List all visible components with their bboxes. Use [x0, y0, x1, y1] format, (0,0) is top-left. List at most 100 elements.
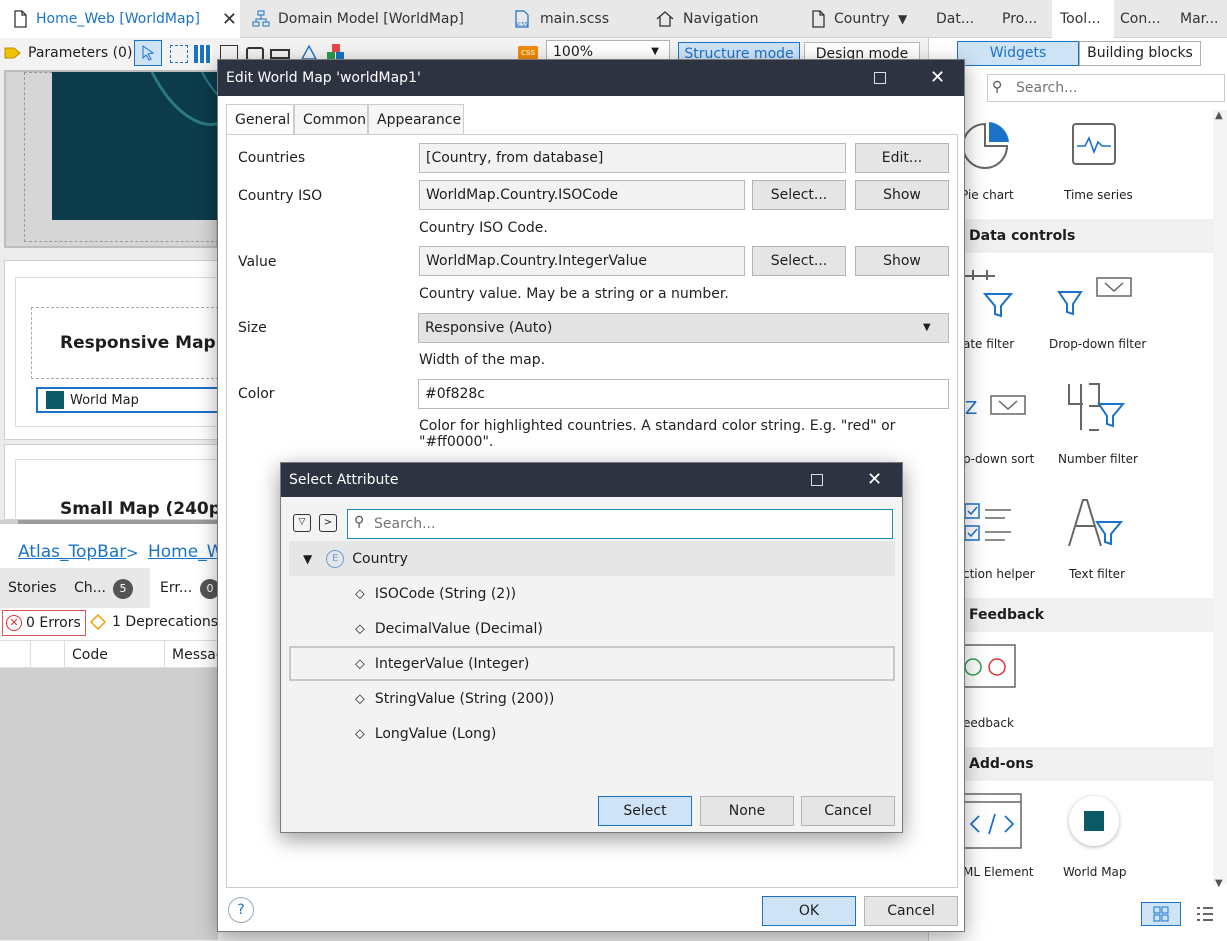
ok-button[interactable]: OK	[762, 896, 856, 926]
layout-grid-icon[interactable]	[194, 45, 212, 63]
toolbox-item-number-filter[interactable]: Number filter	[1058, 452, 1138, 466]
tab-home-web[interactable]: Home_Web [WorldMap] ✕	[0, 0, 240, 38]
parameters-button[interactable]: Parameters (0)	[4, 44, 132, 62]
pie-chart-icon[interactable]	[961, 120, 1009, 170]
toolbox-item-dropdown-sort[interactable]: p-down sort	[963, 452, 1034, 466]
section-add-ons[interactable]: Add-ons	[959, 747, 1227, 781]
tab-errors[interactable]: Err... 0	[150, 568, 220, 608]
column-code[interactable]: Code	[72, 647, 108, 663]
tree-entity-row[interactable]: ▼ E Country	[289, 541, 895, 576]
breadcrumb-home[interactable]: Home_W	[148, 542, 224, 562]
html-element-icon[interactable]	[959, 792, 1023, 852]
heading-small[interactable]: Small Map (240px)	[60, 499, 240, 519]
toolbox-item-world-map[interactable]: World Map	[1063, 865, 1127, 879]
world-map-widget[interactable]: World Map	[36, 387, 220, 413]
color-input[interactable]: #0f828c	[418, 379, 949, 409]
feedback-icon[interactable]	[959, 643, 1017, 693]
number-filter-icon[interactable]	[1065, 382, 1125, 434]
tab-country[interactable]: Country	[798, 0, 890, 38]
building-blocks-segment[interactable]: Building blocks	[1079, 41, 1201, 66]
toolbox-item-time-series[interactable]: Time series	[1064, 188, 1133, 202]
tab-changes[interactable]: Ch...	[74, 580, 106, 596]
text-filter-icon[interactable]	[1065, 496, 1125, 550]
select-value-button[interactable]: Select...	[752, 246, 846, 276]
section-data-controls[interactable]: Data controls	[959, 219, 1227, 253]
list-view-button[interactable]	[1187, 902, 1223, 926]
dropdown-sort-icon[interactable]: Z	[961, 386, 1027, 430]
toolbox-item-feedback[interactable]: eedback	[963, 716, 1014, 730]
section-feedback[interactable]: Feedback	[959, 598, 1227, 632]
maximize-icon[interactable]	[811, 474, 823, 486]
toolbox-item-text-filter[interactable]: Text filter	[1069, 567, 1125, 581]
dropdown-filter-icon[interactable]	[1055, 274, 1133, 320]
countries-field[interactable]: [Country, from database]	[419, 143, 846, 173]
size-select[interactable]: Responsive (Auto) ▼	[418, 313, 949, 343]
breadcrumb-topbar[interactable]: Atlas_TopBar	[18, 542, 126, 562]
toolbox-search-input[interactable]	[1016, 77, 1216, 99]
select-iso-button[interactable]: Select...	[752, 180, 846, 210]
widgets-segment[interactable]: Widgets	[957, 41, 1079, 66]
card-small[interactable]: Small Map (240px)	[4, 444, 240, 521]
value-field[interactable]: WorldMap.Country.IntegerValue	[419, 246, 745, 276]
close-icon[interactable]: ✕	[930, 60, 945, 96]
header-container[interactable]	[4, 70, 224, 248]
tree-attribute-row[interactable]: ⬦ LongValue (Long)	[289, 716, 895, 751]
tab-common[interactable]: Common	[294, 104, 368, 134]
grid-view-button[interactable]	[1141, 902, 1181, 926]
close-icon[interactable]: ✕	[867, 463, 882, 497]
scroll-down-icon[interactable]: ▼	[1215, 878, 1223, 889]
toolbox-search[interactable]: ⚲	[987, 74, 1225, 102]
card-responsive[interactable]: Responsive Map w World Map	[4, 260, 237, 440]
tree-attribute-row[interactable]: ⬦ StringValue (String (200))	[289, 681, 895, 716]
tab-appearance[interactable]: Appearance	[368, 104, 464, 134]
attribute-search-input[interactable]	[374, 513, 874, 535]
tab-domain-model[interactable]: Domain Model [WorldMap]	[240, 0, 496, 38]
none-button[interactable]: None	[700, 796, 794, 826]
select-button[interactable]: Select	[598, 796, 692, 826]
collapse-all-icon[interactable]: >	[319, 514, 337, 532]
scroll-up-icon[interactable]: ▲	[1215, 110, 1223, 121]
cancel-button[interactable]: Cancel	[801, 796, 895, 826]
help-icon[interactable]: ?	[228, 897, 254, 923]
container-tool-icon[interactable]	[170, 45, 188, 63]
country-iso-field[interactable]: WorldMap.Country.ISOCode	[419, 180, 745, 210]
toolbox-scrollbar[interactable]: ▲ ▼	[1213, 110, 1227, 889]
tab-data[interactable]: Dat...	[928, 0, 986, 38]
world-map-widget-tile[interactable]	[1069, 796, 1119, 846]
attribute-search[interactable]: ⚲	[347, 509, 893, 539]
close-icon[interactable]: ✕	[222, 9, 237, 30]
tab-navigation[interactable]: Navigation	[643, 0, 795, 38]
heading-responsive[interactable]: Responsive Map w	[60, 333, 237, 353]
edit-countries-button[interactable]: Edit...	[855, 143, 949, 173]
tree-attribute-row[interactable]: ⬦ ISOCode (String (2))	[289, 576, 895, 611]
show-value-button[interactable]: Show	[855, 246, 949, 276]
button-widget-icon[interactable]	[270, 49, 290, 59]
toolbox-item-date-filter[interactable]: ate filter	[963, 337, 1014, 351]
selection-helper-icon[interactable]	[963, 500, 1013, 548]
tab-main-scss[interactable]: SCSS main.scss	[500, 0, 640, 38]
tab-connector[interactable]: Con...	[1112, 0, 1170, 38]
show-iso-button[interactable]: Show	[855, 180, 949, 210]
page-editor-canvas[interactable]: Responsive Map w World Map Small Map (24…	[0, 70, 240, 521]
toolbox-item-pie-chart[interactable]: Pie chart	[961, 188, 1014, 202]
tree-attribute-row-selected[interactable]: ⬦ IntegerValue (Integer)	[289, 646, 895, 681]
tab-general[interactable]: General	[226, 104, 294, 135]
tab-overflow-icon[interactable]: ▼	[898, 12, 907, 26]
tab-stories[interactable]: Stories	[8, 580, 57, 596]
tree-attribute-row[interactable]: ⬦ DecimalValue (Decimal)	[289, 611, 895, 646]
tab-toolbox[interactable]: Tool...	[1052, 0, 1114, 38]
toolbox-item-dropdown-filter[interactable]: Drop-down filter	[1049, 337, 1146, 351]
maximize-icon[interactable]	[874, 72, 886, 84]
toolbox-item-selection-helper[interactable]: ction helper	[963, 567, 1035, 581]
breadcrumb: Atlas_TopBar > Home_W	[0, 524, 224, 568]
select-tool-button[interactable]	[134, 40, 162, 66]
expand-all-icon[interactable]: ▽	[293, 514, 311, 532]
errors-filter-button[interactable]: ✕ 0 Errors	[2, 610, 86, 636]
time-series-icon[interactable]	[1071, 122, 1117, 166]
tab-properties[interactable]: Pro...	[994, 0, 1048, 38]
deprecations-filter-button[interactable]: 1 Deprecations	[90, 614, 218, 630]
cancel-button[interactable]: Cancel	[864, 896, 958, 926]
tab-marketplace[interactable]: Mar...	[1172, 0, 1227, 38]
toolbox-item-html-element[interactable]: ML Element	[963, 865, 1034, 879]
date-filter-icon[interactable]	[963, 266, 1013, 318]
